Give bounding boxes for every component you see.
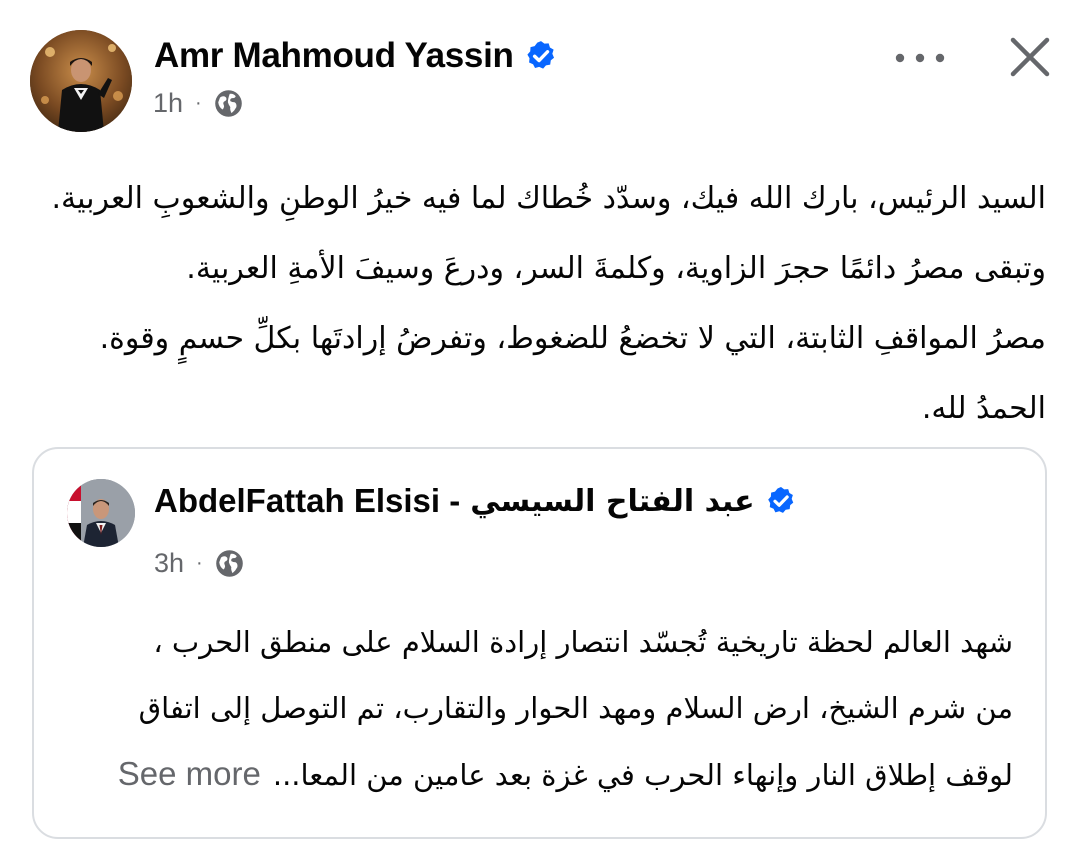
verified-badge-icon [527,41,554,69]
post-text-line: وتبقى مصرُ دائمًا حجرَ الزاوية، وكلمةَ ا… [186,251,1046,286]
shared-post-text: شهد العالم لحظة تاريخية تُجسّد انتصار إر… [53,609,1013,808]
post-text-line: السيد الرئيس، بارك الله فيك، وسدّد خُطاك… [51,181,1046,216]
shared-post-card[interactable]: AbdelFattah Elsisi - عبد الفتاح السيسي 3… [32,447,1047,839]
author-avatar[interactable] [30,30,132,132]
see-more-link[interactable]: See more [118,755,261,792]
post-header: Amr Mahmoud Yassin 1h · [30,30,1060,135]
post-text-line: مصرُ المواقفِ الثابتة، التي لا تخضعُ للض… [99,321,1046,356]
meta-separator: · [196,552,203,574]
more-options-icon[interactable] [890,38,950,78]
author-name-text[interactable]: Amr Mahmoud Yassin [154,36,514,76]
post-time[interactable]: 1h [153,88,183,119]
globe-icon[interactable] [215,549,244,578]
author-name[interactable]: Amr Mahmoud Yassin [154,36,558,76]
globe-icon[interactable] [214,89,243,118]
close-icon[interactable] [1005,32,1055,82]
shared-post-meta: 3h · [154,548,244,579]
meta-separator: · [195,92,202,114]
shared-author-name-en[interactable]: AbdelFattah Elsisi - [154,482,460,520]
post-text: السيد الرئيس، بارك الله فيك، وسدّد خُطاك… [26,164,1046,444]
shared-text-line: لوقف إطلاق النار وإنهاء الحرب في غزة بعد… [53,741,1013,808]
shared-post-time[interactable]: 3h [154,548,184,579]
shared-text-truncated: لوقف إطلاق النار وإنهاء الحرب في غزة بعد… [272,758,1013,792]
shared-author-name[interactable]: AbdelFattah Elsisi - عبد الفتاح السيسي [154,482,797,520]
shared-text-line: من شرم الشيخ، ارض السلام ومهد الحوار وال… [138,691,1013,725]
shared-author-avatar[interactable] [67,479,135,547]
post-meta: 1h · [153,88,243,119]
verified-badge-icon [767,487,793,513]
shared-author-name-ar[interactable]: عبد الفتاح السيسي [470,484,754,519]
post-text-line: الحمدُ لله. [921,391,1046,426]
shared-text-line: شهد العالم لحظة تاريخية تُجسّد انتصار إر… [153,625,1013,659]
